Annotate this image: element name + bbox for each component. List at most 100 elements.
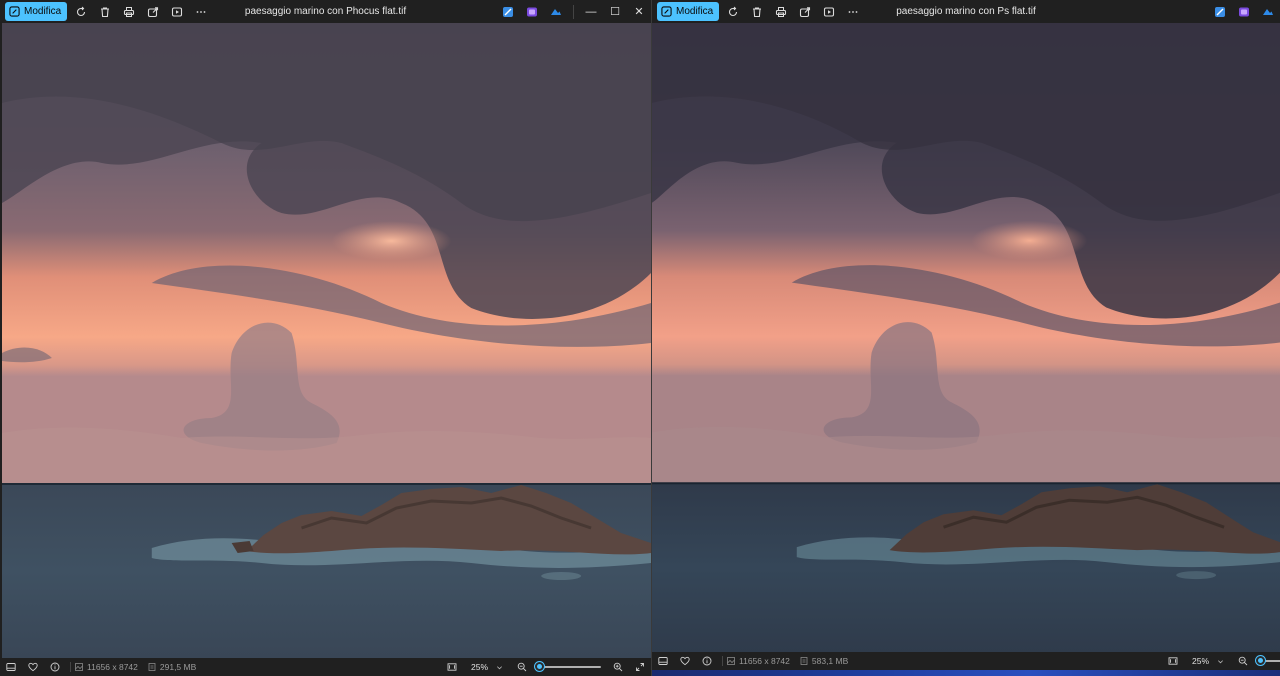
- maximize-button[interactable]: ☐: [603, 0, 627, 23]
- zoom-out-icon: [517, 662, 527, 672]
- rotate-button[interactable]: [721, 0, 745, 23]
- edit-button-label: Modifica: [24, 6, 62, 17]
- full-screen-button[interactable]: [629, 658, 651, 676]
- delete-icon: [101, 6, 110, 17]
- fit-window-icon: [1168, 657, 1178, 665]
- dimensions-text: 11656 x 8742: [739, 656, 790, 666]
- delete-button[interactable]: [745, 0, 769, 23]
- rotate-button[interactable]: [69, 0, 93, 23]
- delete-button[interactable]: [93, 0, 117, 23]
- print-button[interactable]: [769, 0, 793, 23]
- title-bar: Modifica paesaggio marino con Ps flat.ti…: [652, 0, 1280, 23]
- cloud-icon: [1263, 8, 1273, 15]
- share-icon: [148, 6, 159, 17]
- more-button[interactable]: [841, 0, 865, 23]
- more-button[interactable]: [189, 0, 213, 23]
- status-divider: [722, 656, 723, 666]
- zoom-out-icon: [1238, 656, 1248, 666]
- zoom-controls: 25%: [1162, 652, 1280, 670]
- file-size-text: 291,5 MB: [159, 662, 197, 672]
- zoom-in-button[interactable]: [607, 658, 629, 676]
- minimize-button[interactable]: —: [579, 0, 603, 23]
- expand-icon: [636, 663, 644, 671]
- clipchamp-app-button[interactable]: [520, 0, 544, 23]
- file-size-icon: [800, 657, 808, 665]
- more-icon: [848, 10, 858, 13]
- zoom-level-text: 25%: [470, 662, 488, 672]
- title-bar-right: — ☐ ✕: [496, 0, 651, 23]
- image-size-icon: [75, 663, 83, 671]
- share-button[interactable]: [793, 0, 817, 23]
- title-divider: [573, 4, 574, 19]
- photos-window-left: Modifica paesaggio marino con Phocus fla…: [0, 0, 651, 676]
- delete-icon: [753, 6, 762, 17]
- zoom-slider[interactable]: [535, 658, 601, 676]
- desktop-taskbar-edge: [652, 670, 1280, 676]
- slideshow-icon: [824, 6, 835, 17]
- info-icon: [50, 662, 60, 672]
- onedrive-app-button[interactable]: [544, 0, 568, 23]
- file-size: 583,1 MB: [800, 656, 848, 666]
- zoom-in-icon: [613, 662, 623, 672]
- status-bar: 11656 x 8742 291,5 MB 25%: [0, 658, 651, 676]
- clipchamp-icon: [1239, 7, 1249, 16]
- cloud-icon: [551, 8, 561, 15]
- designer-icon: [503, 6, 513, 17]
- fit-window-icon: [447, 663, 457, 671]
- favorite-button[interactable]: [22, 658, 44, 676]
- edit-button[interactable]: Modifica: [657, 2, 720, 21]
- chevron-down-icon: [497, 665, 502, 669]
- clipchamp-icon: [527, 7, 537, 16]
- info-button[interactable]: [44, 658, 66, 676]
- file-size-icon: [148, 663, 156, 671]
- share-button[interactable]: [141, 0, 165, 23]
- photos-window-right: Modifica paesaggio marino con Ps flat.ti…: [651, 0, 1280, 676]
- zoom-slider-thumb[interactable]: [1256, 656, 1265, 665]
- zoom-level-dropdown[interactable]: 25%: [463, 662, 511, 672]
- designer-app-button[interactable]: [496, 0, 520, 23]
- zoom-level-text: 25%: [1191, 656, 1209, 666]
- edit-button[interactable]: Modifica: [5, 2, 68, 21]
- filmstrip-icon: [658, 657, 668, 665]
- print-icon: [776, 6, 787, 17]
- onedrive-app-button[interactable]: [1256, 0, 1280, 23]
- info-button[interactable]: [696, 652, 718, 670]
- zoom-slider-thumb[interactable]: [535, 662, 544, 671]
- zoom-level-dropdown[interactable]: 25%: [1184, 656, 1232, 666]
- print-icon: [124, 6, 135, 17]
- rotate-icon: [729, 6, 738, 16]
- zoom-slider[interactable]: [1256, 652, 1280, 670]
- print-button[interactable]: [117, 0, 141, 23]
- image-size-icon: [727, 657, 735, 665]
- dimensions-text: 11656 x 8742: [87, 662, 138, 672]
- zoom-out-button[interactable]: [511, 658, 533, 676]
- slideshow-icon: [172, 6, 183, 17]
- photo-view[interactable]: [2, 23, 651, 658]
- fit-to-window-button[interactable]: [441, 658, 463, 676]
- seascape-photo: [652, 23, 1280, 652]
- close-button[interactable]: ✕: [627, 0, 651, 23]
- edit-button-label: Modifica: [676, 6, 714, 17]
- designer-app-button[interactable]: [1208, 0, 1232, 23]
- slideshow-button[interactable]: [817, 0, 841, 23]
- file-size: 291,5 MB: [148, 662, 196, 672]
- image-dimensions: 11656 x 8742: [727, 656, 790, 666]
- edit-icon: [661, 6, 672, 17]
- heart-icon: [28, 662, 38, 672]
- fit-to-window-button[interactable]: [1162, 652, 1184, 670]
- filmstrip-button[interactable]: [652, 652, 674, 670]
- image-dimensions: 11656 x 8742: [75, 662, 138, 672]
- clipchamp-app-button[interactable]: [1232, 0, 1256, 23]
- more-icon: [196, 10, 206, 13]
- photo-view[interactable]: [652, 23, 1280, 652]
- slideshow-button[interactable]: [165, 0, 189, 23]
- zoom-out-button[interactable]: [1232, 652, 1254, 670]
- filmstrip-button[interactable]: [0, 658, 22, 676]
- zoom-slider-track: [539, 666, 601, 668]
- status-bar: 11656 x 8742 583,1 MB 25%: [652, 652, 1280, 670]
- edit-icon: [9, 6, 20, 17]
- chevron-down-icon: [1218, 659, 1223, 663]
- title-bar-right: [1208, 0, 1280, 23]
- favorite-button[interactable]: [674, 652, 696, 670]
- designer-icon: [1215, 6, 1225, 17]
